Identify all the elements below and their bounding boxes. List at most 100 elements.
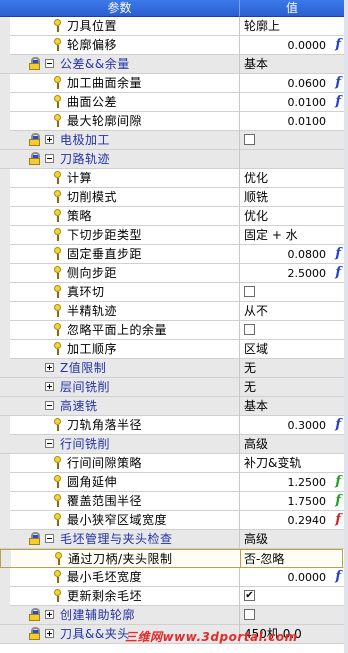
numeric-value[interactable]: 0.0600	[288, 76, 327, 91]
parameter-row[interactable]: 最小毛坯宽度 0.0000 f	[0, 568, 344, 587]
numeric-value[interactable]: 0.0000	[288, 570, 327, 585]
checkbox[interactable]	[244, 609, 255, 620]
value-cell[interactable]	[241, 606, 344, 625]
checkbox[interactable]	[244, 134, 255, 145]
value-cell[interactable]	[241, 150, 344, 169]
formula-icon[interactable]: f	[335, 75, 341, 91]
formula-icon[interactable]: f	[335, 37, 341, 53]
value-cell[interactable]	[241, 321, 344, 340]
value-cell[interactable]: 高级	[241, 435, 344, 454]
parameter-row[interactable]: 最大轮廓间隙 0.0100	[0, 112, 344, 131]
expand-icon[interactable]	[45, 135, 54, 144]
parameter-row[interactable]: 行间间隙策略 补刀&变轨	[0, 454, 344, 473]
value-cell[interactable]: 无	[241, 359, 344, 378]
parameter-row[interactable]: 固定垂直步距 0.0800 f	[0, 245, 344, 264]
numeric-value[interactable]: 0.0000	[288, 38, 327, 53]
collapse-icon[interactable]	[45, 534, 54, 543]
numeric-value[interactable]: 0.2940	[288, 513, 327, 528]
value-cell[interactable]: 从不	[241, 302, 344, 321]
group-row[interactable]: Z值限制 无	[0, 359, 344, 378]
group-row[interactable]: 行间铣削 高级	[0, 435, 344, 454]
checkbox-checked[interactable]: ✔	[244, 590, 255, 601]
vertical-scrollbar[interactable]	[344, 0, 348, 653]
value-cell[interactable]: 0.0100	[241, 112, 344, 131]
formula-icon[interactable]: f	[335, 94, 341, 110]
formula-icon[interactable]: f	[335, 246, 341, 262]
value-cell[interactable]: 0.2940 f	[241, 511, 344, 530]
formula-icon[interactable]: f	[335, 512, 341, 528]
parameter-row[interactable]: 更新剩余毛坯 ✔	[0, 587, 344, 606]
parameter-row[interactable]: 加工顺序 区域	[0, 340, 344, 359]
parameter-row[interactable]: 覆盖范围半径 1.7500 f	[0, 492, 344, 511]
value-cell[interactable]: 否-忽略	[240, 549, 343, 568]
value-cell[interactable]: 0.0000 f	[241, 568, 344, 587]
value-cell[interactable]: 无	[241, 378, 344, 397]
formula-icon[interactable]: f	[335, 265, 341, 281]
parameter-row[interactable]: 切削模式 顺铣	[0, 188, 344, 207]
parameter-row[interactable]: 真环切	[0, 283, 344, 302]
value-cell[interactable]: 顺铣	[241, 188, 344, 207]
numeric-value[interactable]: 0.0100	[288, 95, 327, 110]
group-row[interactable]: 刀路轨迹	[0, 150, 344, 169]
formula-icon[interactable]: f	[335, 493, 341, 509]
collapse-icon[interactable]	[45, 154, 54, 163]
checkbox[interactable]	[244, 286, 255, 297]
value-cell[interactable]: 0.0100 f	[241, 93, 344, 112]
value-text[interactable]: 优化	[244, 171, 268, 186]
numeric-value[interactable]: 2.5000	[288, 266, 327, 281]
value-text[interactable]: 轮廓上	[244, 19, 280, 34]
parameter-row[interactable]: 刀具位置 轮廓上	[0, 17, 344, 36]
value-cell[interactable]: 固定 + 水	[241, 226, 344, 245]
value-cell[interactable]: 0.0600 f	[241, 74, 344, 93]
parameter-row[interactable]: 下切步距类型 固定 + 水	[0, 226, 344, 245]
parameter-row[interactable]: 加工曲面余量 0.0600 f	[0, 74, 344, 93]
numeric-value[interactable]: 0.0800	[288, 247, 327, 262]
parameter-row[interactable]: 圆角延伸 1.2500 f	[0, 473, 344, 492]
value-cell[interactable]: 0.0800 f	[241, 245, 344, 264]
formula-icon[interactable]: f	[335, 417, 341, 433]
value-cell[interactable]: 1.2500 f	[241, 473, 344, 492]
value-text[interactable]: 优化	[244, 209, 268, 224]
value-cell[interactable]: 0.0000 f	[241, 36, 344, 55]
parameter-row[interactable]: 轮廓偏移 0.0000 f	[0, 36, 344, 55]
value-text[interactable]: 补刀&变轨	[244, 456, 301, 471]
value-text[interactable]: 顺铣	[244, 190, 268, 205]
group-row[interactable]: 电极加工	[0, 131, 344, 150]
value-text[interactable]: 从不	[244, 304, 268, 319]
value-text[interactable]: 无	[244, 361, 256, 376]
parameter-row[interactable]: 策略 优化	[0, 207, 344, 226]
parameter-row[interactable]: 计算 优化	[0, 169, 344, 188]
value-text[interactable]: 无	[244, 380, 256, 395]
group-row[interactable]: 创建辅助轮廓	[0, 606, 344, 625]
value-text[interactable]: 基本	[244, 57, 268, 72]
value-cell[interactable]: 基本	[241, 55, 344, 74]
value-cell[interactable]: 1.7500 f	[241, 492, 344, 511]
collapse-icon[interactable]	[45, 439, 54, 448]
parameter-row[interactable]: 侧向步距 2.5000 f	[0, 264, 344, 283]
numeric-value[interactable]: 0.0100	[288, 114, 327, 129]
value-cell[interactable]: 优化	[241, 207, 344, 226]
parameter-row[interactable]: 半精轨迹 从不	[0, 302, 344, 321]
group-row[interactable]: 公差&&余量 基本	[0, 55, 344, 74]
expand-icon[interactable]	[45, 382, 54, 391]
value-cell[interactable]	[241, 283, 344, 302]
value-cell[interactable]: 轮廓上	[241, 17, 344, 36]
expand-icon[interactable]	[45, 629, 54, 638]
numeric-value[interactable]: 1.2500	[288, 475, 327, 490]
formula-icon[interactable]: f	[335, 474, 341, 490]
value-cell[interactable]: 优化	[241, 169, 344, 188]
value-cell[interactable]: 区域	[241, 340, 344, 359]
value-cell[interactable]: 2.5000 f	[241, 264, 344, 283]
value-text[interactable]: 否-忽略	[244, 552, 284, 567]
value-cell[interactable]: 0.3000 f	[241, 416, 344, 435]
value-text[interactable]: 固定 + 水	[244, 228, 298, 243]
collapse-icon[interactable]	[45, 59, 54, 68]
formula-icon[interactable]: f	[335, 569, 341, 585]
value-text[interactable]: 高级	[244, 532, 268, 547]
expand-icon[interactable]	[45, 363, 54, 372]
group-row[interactable]: 层间铣削 无	[0, 378, 344, 397]
group-row[interactable]: 毛坯管理与夹头检查 高级	[0, 530, 344, 549]
value-text[interactable]: 高级	[244, 437, 268, 452]
value-cell[interactable]: 高级	[241, 530, 344, 549]
column-header-name[interactable]: 参数	[0, 0, 240, 17]
